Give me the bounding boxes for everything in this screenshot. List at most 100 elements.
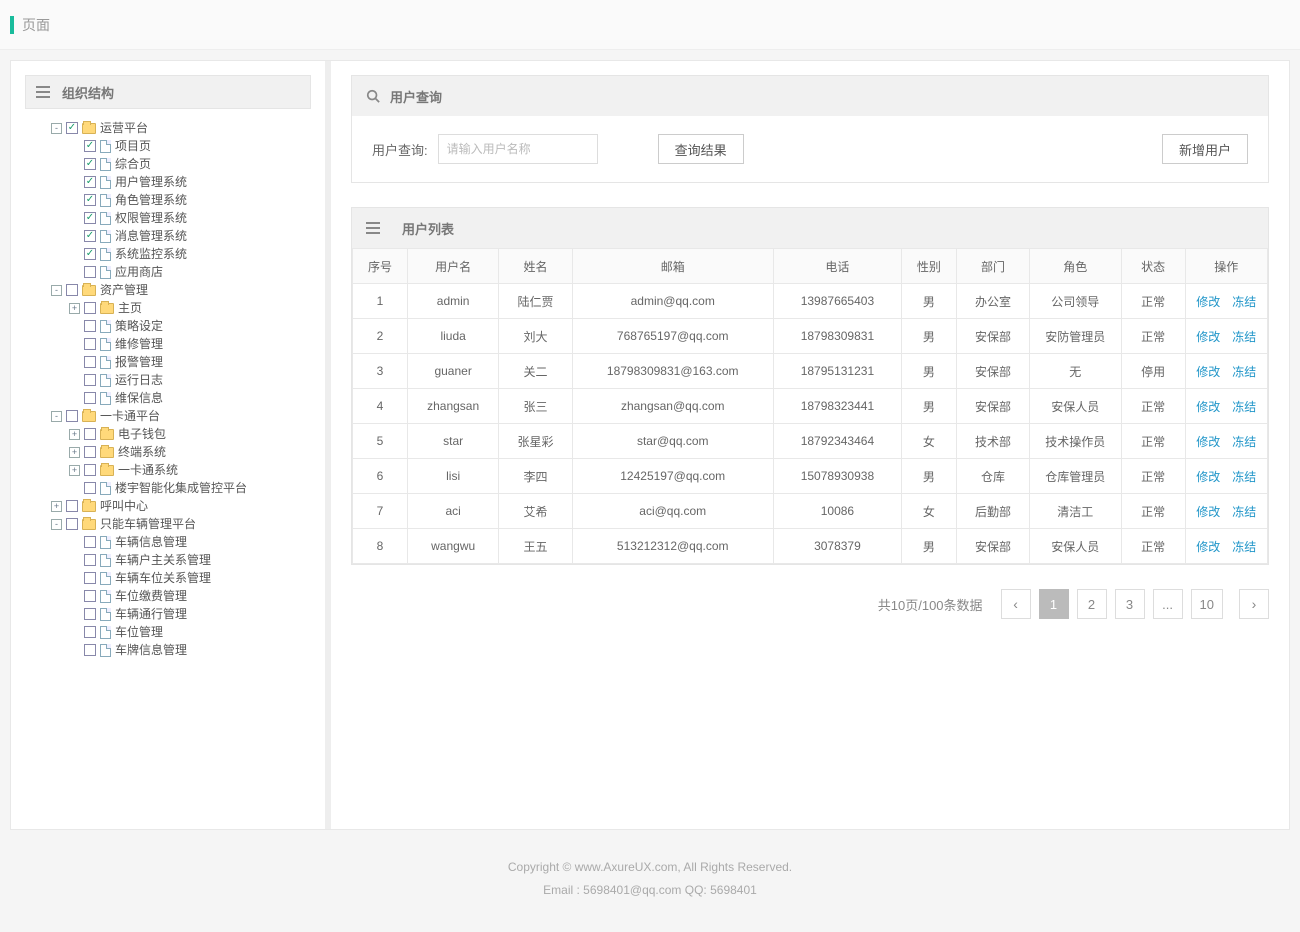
page-number[interactable]: 1 — [1039, 589, 1069, 619]
checkbox[interactable] — [84, 482, 96, 494]
tree-row[interactable]: ✓用户管理系统 — [69, 173, 311, 191]
checkbox[interactable]: ✓ — [84, 158, 96, 170]
checkbox[interactable] — [84, 536, 96, 548]
checkbox[interactable] — [84, 626, 96, 638]
edit-link[interactable]: 修改 — [1196, 365, 1220, 379]
edit-link[interactable]: 修改 — [1196, 330, 1220, 344]
checkbox[interactable]: ✓ — [84, 248, 96, 260]
checkbox[interactable] — [66, 284, 78, 296]
tree-row[interactable]: 车辆车位关系管理 — [69, 569, 311, 587]
checkbox[interactable]: ✓ — [84, 212, 96, 224]
tree-row[interactable]: 应用商店 — [69, 263, 311, 281]
checkbox[interactable] — [66, 518, 78, 530]
checkbox[interactable]: ✓ — [84, 140, 96, 152]
tree-row[interactable]: -资产管理 — [51, 281, 311, 299]
tree-row[interactable]: 车位管理 — [69, 623, 311, 641]
checkbox[interactable] — [84, 644, 96, 656]
tree-row[interactable]: 车辆户主关系管理 — [69, 551, 311, 569]
tree-row[interactable]: -一卡通平台 — [51, 407, 311, 425]
checkbox[interactable]: ✓ — [84, 230, 96, 242]
expand-icon[interactable]: + — [51, 501, 62, 512]
tree-row[interactable]: -✓运营平台 — [51, 119, 311, 137]
tree-row[interactable]: -只能车辆管理平台 — [51, 515, 311, 533]
edit-link[interactable]: 修改 — [1196, 505, 1220, 519]
expand-icon[interactable]: + — [69, 447, 80, 458]
edit-link[interactable]: 修改 — [1196, 470, 1220, 484]
edit-link[interactable]: 修改 — [1196, 295, 1220, 309]
checkbox[interactable] — [84, 554, 96, 566]
checkbox[interactable] — [84, 392, 96, 404]
freeze-link[interactable]: 冻结 — [1232, 400, 1256, 414]
add-user-button[interactable]: 新增用户 — [1162, 134, 1248, 164]
freeze-link[interactable]: 冻结 — [1232, 330, 1256, 344]
tree-row[interactable]: 维保信息 — [69, 389, 311, 407]
tree-row[interactable]: +呼叫中心 — [51, 497, 311, 515]
table-cell-actions: 修改冻结 — [1185, 424, 1267, 459]
checkbox[interactable] — [84, 428, 96, 440]
checkbox[interactable] — [84, 266, 96, 278]
checkbox[interactable] — [84, 356, 96, 368]
edit-link[interactable]: 修改 — [1196, 540, 1220, 554]
tree-row[interactable]: 车牌信息管理 — [69, 641, 311, 659]
page-prev[interactable]: ‹ — [1001, 589, 1031, 619]
tree-row[interactable]: 楼宇智能化集成管控平台 — [69, 479, 311, 497]
checkbox[interactable]: ✓ — [66, 122, 78, 134]
tree-row[interactable]: ✓消息管理系统 — [69, 227, 311, 245]
edit-link[interactable]: 修改 — [1196, 435, 1220, 449]
tree-label: 策略设定 — [115, 317, 163, 335]
freeze-link[interactable]: 冻结 — [1232, 505, 1256, 519]
table-cell: 安保人员 — [1030, 389, 1122, 424]
collapse-icon[interactable]: - — [51, 411, 62, 422]
checkbox[interactable] — [84, 608, 96, 620]
expand-icon[interactable]: + — [69, 303, 80, 314]
freeze-link[interactable]: 冻结 — [1232, 470, 1256, 484]
tree-row[interactable]: ✓角色管理系统 — [69, 191, 311, 209]
tree-row[interactable]: 车辆信息管理 — [69, 533, 311, 551]
checkbox[interactable] — [84, 572, 96, 584]
tree-row[interactable]: ✓权限管理系统 — [69, 209, 311, 227]
freeze-link[interactable]: 冻结 — [1232, 295, 1256, 309]
page-number[interactable]: 10 — [1191, 589, 1223, 619]
expand-icon[interactable]: + — [69, 429, 80, 440]
collapse-icon[interactable]: - — [51, 519, 62, 530]
tree-row[interactable]: 策略设定 — [69, 317, 311, 335]
checkbox[interactable] — [84, 302, 96, 314]
tree-row[interactable]: +一卡通系统 — [69, 461, 311, 479]
checkbox[interactable]: ✓ — [84, 176, 96, 188]
tree-row[interactable]: +主页 — [69, 299, 311, 317]
tree-row[interactable]: ✓项目页 — [69, 137, 311, 155]
tree-row[interactable]: ✓系统监控系统 — [69, 245, 311, 263]
collapse-icon[interactable]: - — [51, 123, 62, 134]
tree-row[interactable]: +终端系统 — [69, 443, 311, 461]
table-cell: 公司领导 — [1030, 284, 1122, 319]
tree-row[interactable]: 运行日志 — [69, 371, 311, 389]
checkbox[interactable]: ✓ — [84, 194, 96, 206]
checkbox[interactable] — [84, 338, 96, 350]
tree-row[interactable]: ✓综合页 — [69, 155, 311, 173]
username-input[interactable] — [438, 134, 598, 164]
checkbox[interactable] — [84, 320, 96, 332]
query-button[interactable]: 查询结果 — [658, 134, 744, 164]
checkbox[interactable] — [84, 446, 96, 458]
tree-row[interactable]: 维修管理 — [69, 335, 311, 353]
checkbox[interactable] — [66, 500, 78, 512]
tree-row[interactable]: +电子钱包 — [69, 425, 311, 443]
edit-link[interactable]: 修改 — [1196, 400, 1220, 414]
tree-row[interactable]: 报警管理 — [69, 353, 311, 371]
page-next[interactable]: › — [1239, 589, 1269, 619]
page-number[interactable]: 2 — [1077, 589, 1107, 619]
tree-label: 车位管理 — [115, 623, 163, 641]
checkbox[interactable] — [84, 374, 96, 386]
page-number[interactable]: 3 — [1115, 589, 1145, 619]
freeze-link[interactable]: 冻结 — [1232, 435, 1256, 449]
freeze-link[interactable]: 冻结 — [1232, 540, 1256, 554]
tree-row[interactable]: 车位缴费管理 — [69, 587, 311, 605]
table-header-cell: 部门 — [956, 249, 1029, 284]
tree-row[interactable]: 车辆通行管理 — [69, 605, 311, 623]
expand-icon[interactable]: + — [69, 465, 80, 476]
checkbox[interactable] — [84, 464, 96, 476]
collapse-icon[interactable]: - — [51, 285, 62, 296]
freeze-link[interactable]: 冻结 — [1232, 365, 1256, 379]
checkbox[interactable] — [84, 590, 96, 602]
checkbox[interactable] — [66, 410, 78, 422]
